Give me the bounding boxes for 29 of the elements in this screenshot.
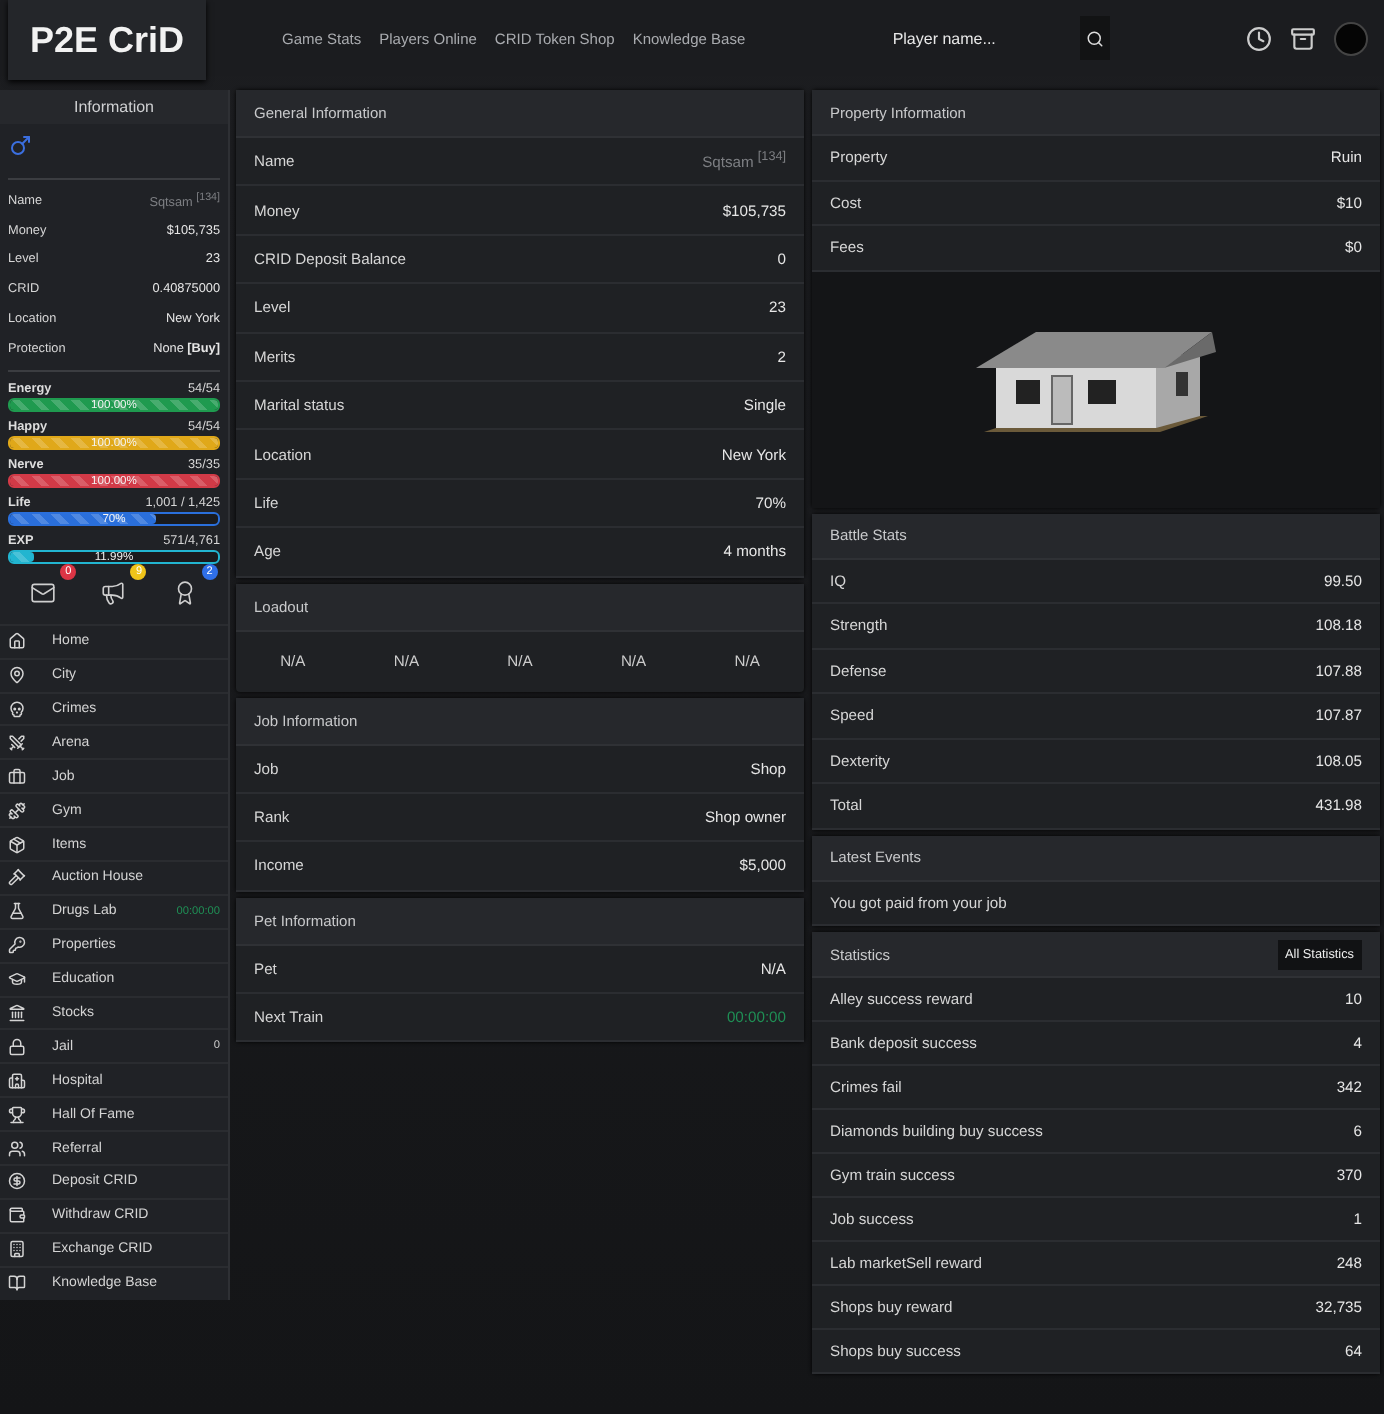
box-icon — [8, 835, 26, 854]
search-button[interactable] — [1080, 16, 1111, 60]
people-icon — [8, 1139, 26, 1158]
hospital-icon — [8, 1071, 26, 1090]
archive-icon[interactable] — [1290, 25, 1316, 51]
trophy-icon — [8, 1105, 26, 1124]
coin-icon — [8, 1172, 26, 1191]
gavel-icon — [8, 868, 26, 887]
skull-icon — [8, 700, 26, 718]
building-icon — [8, 1240, 26, 1259]
megaphone-icon[interactable] — [100, 579, 127, 606]
clock-icon[interactable] — [1246, 25, 1272, 51]
graduation-cap-icon — [8, 970, 26, 989]
swords-icon — [8, 733, 26, 752]
house-icon — [8, 632, 26, 651]
logo[interactable]: P2E CriD — [8, 0, 207, 80]
pin-icon — [8, 666, 26, 685]
bank-icon — [8, 1004, 26, 1023]
wallet-icon — [8, 1206, 26, 1225]
key-icon — [8, 936, 26, 955]
search-icon — [1086, 29, 1105, 47]
briefcase-icon — [8, 767, 26, 786]
male-icon — [8, 134, 32, 158]
mail-icon[interactable] — [30, 579, 57, 606]
dumbbell-icon — [8, 801, 26, 820]
book-icon — [8, 1274, 26, 1293]
sidebar-title: Information — [0, 90, 228, 124]
flask-icon — [8, 902, 26, 921]
lock-icon — [8, 1037, 26, 1056]
